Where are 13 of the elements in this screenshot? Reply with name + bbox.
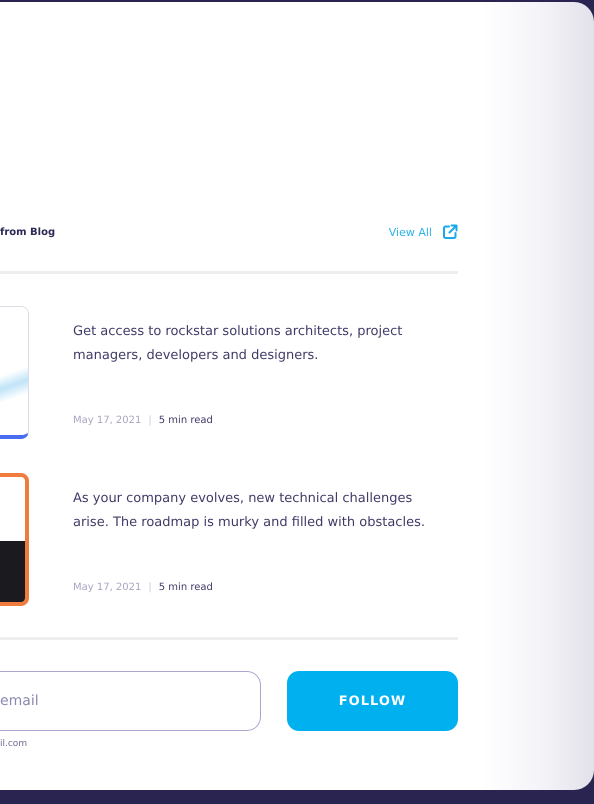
meta-separator: | xyxy=(148,415,152,426)
read-time: 5 min read xyxy=(158,415,213,426)
post-excerpt[interactable]: Get access to rockstar solutions architects, project managers, developers and designers. xyxy=(73,320,445,368)
section-title: from Blog xyxy=(0,226,56,238)
email-field[interactable]: email xyxy=(0,671,261,731)
read-time: 5 min read xyxy=(158,582,213,593)
thumbnail-image[interactable] xyxy=(0,473,29,606)
external-link-icon[interactable] xyxy=(442,224,458,240)
meta-separator: | xyxy=(148,582,152,593)
post-excerpt[interactable]: As your company evolves, new technical challenges arise. The roadmap is murky and filled with obstacles. xyxy=(73,487,445,535)
post-date: May 17, 2021 xyxy=(73,415,142,426)
email-hint: il.com xyxy=(0,739,28,749)
post-date: May 17, 2021 xyxy=(73,582,142,593)
